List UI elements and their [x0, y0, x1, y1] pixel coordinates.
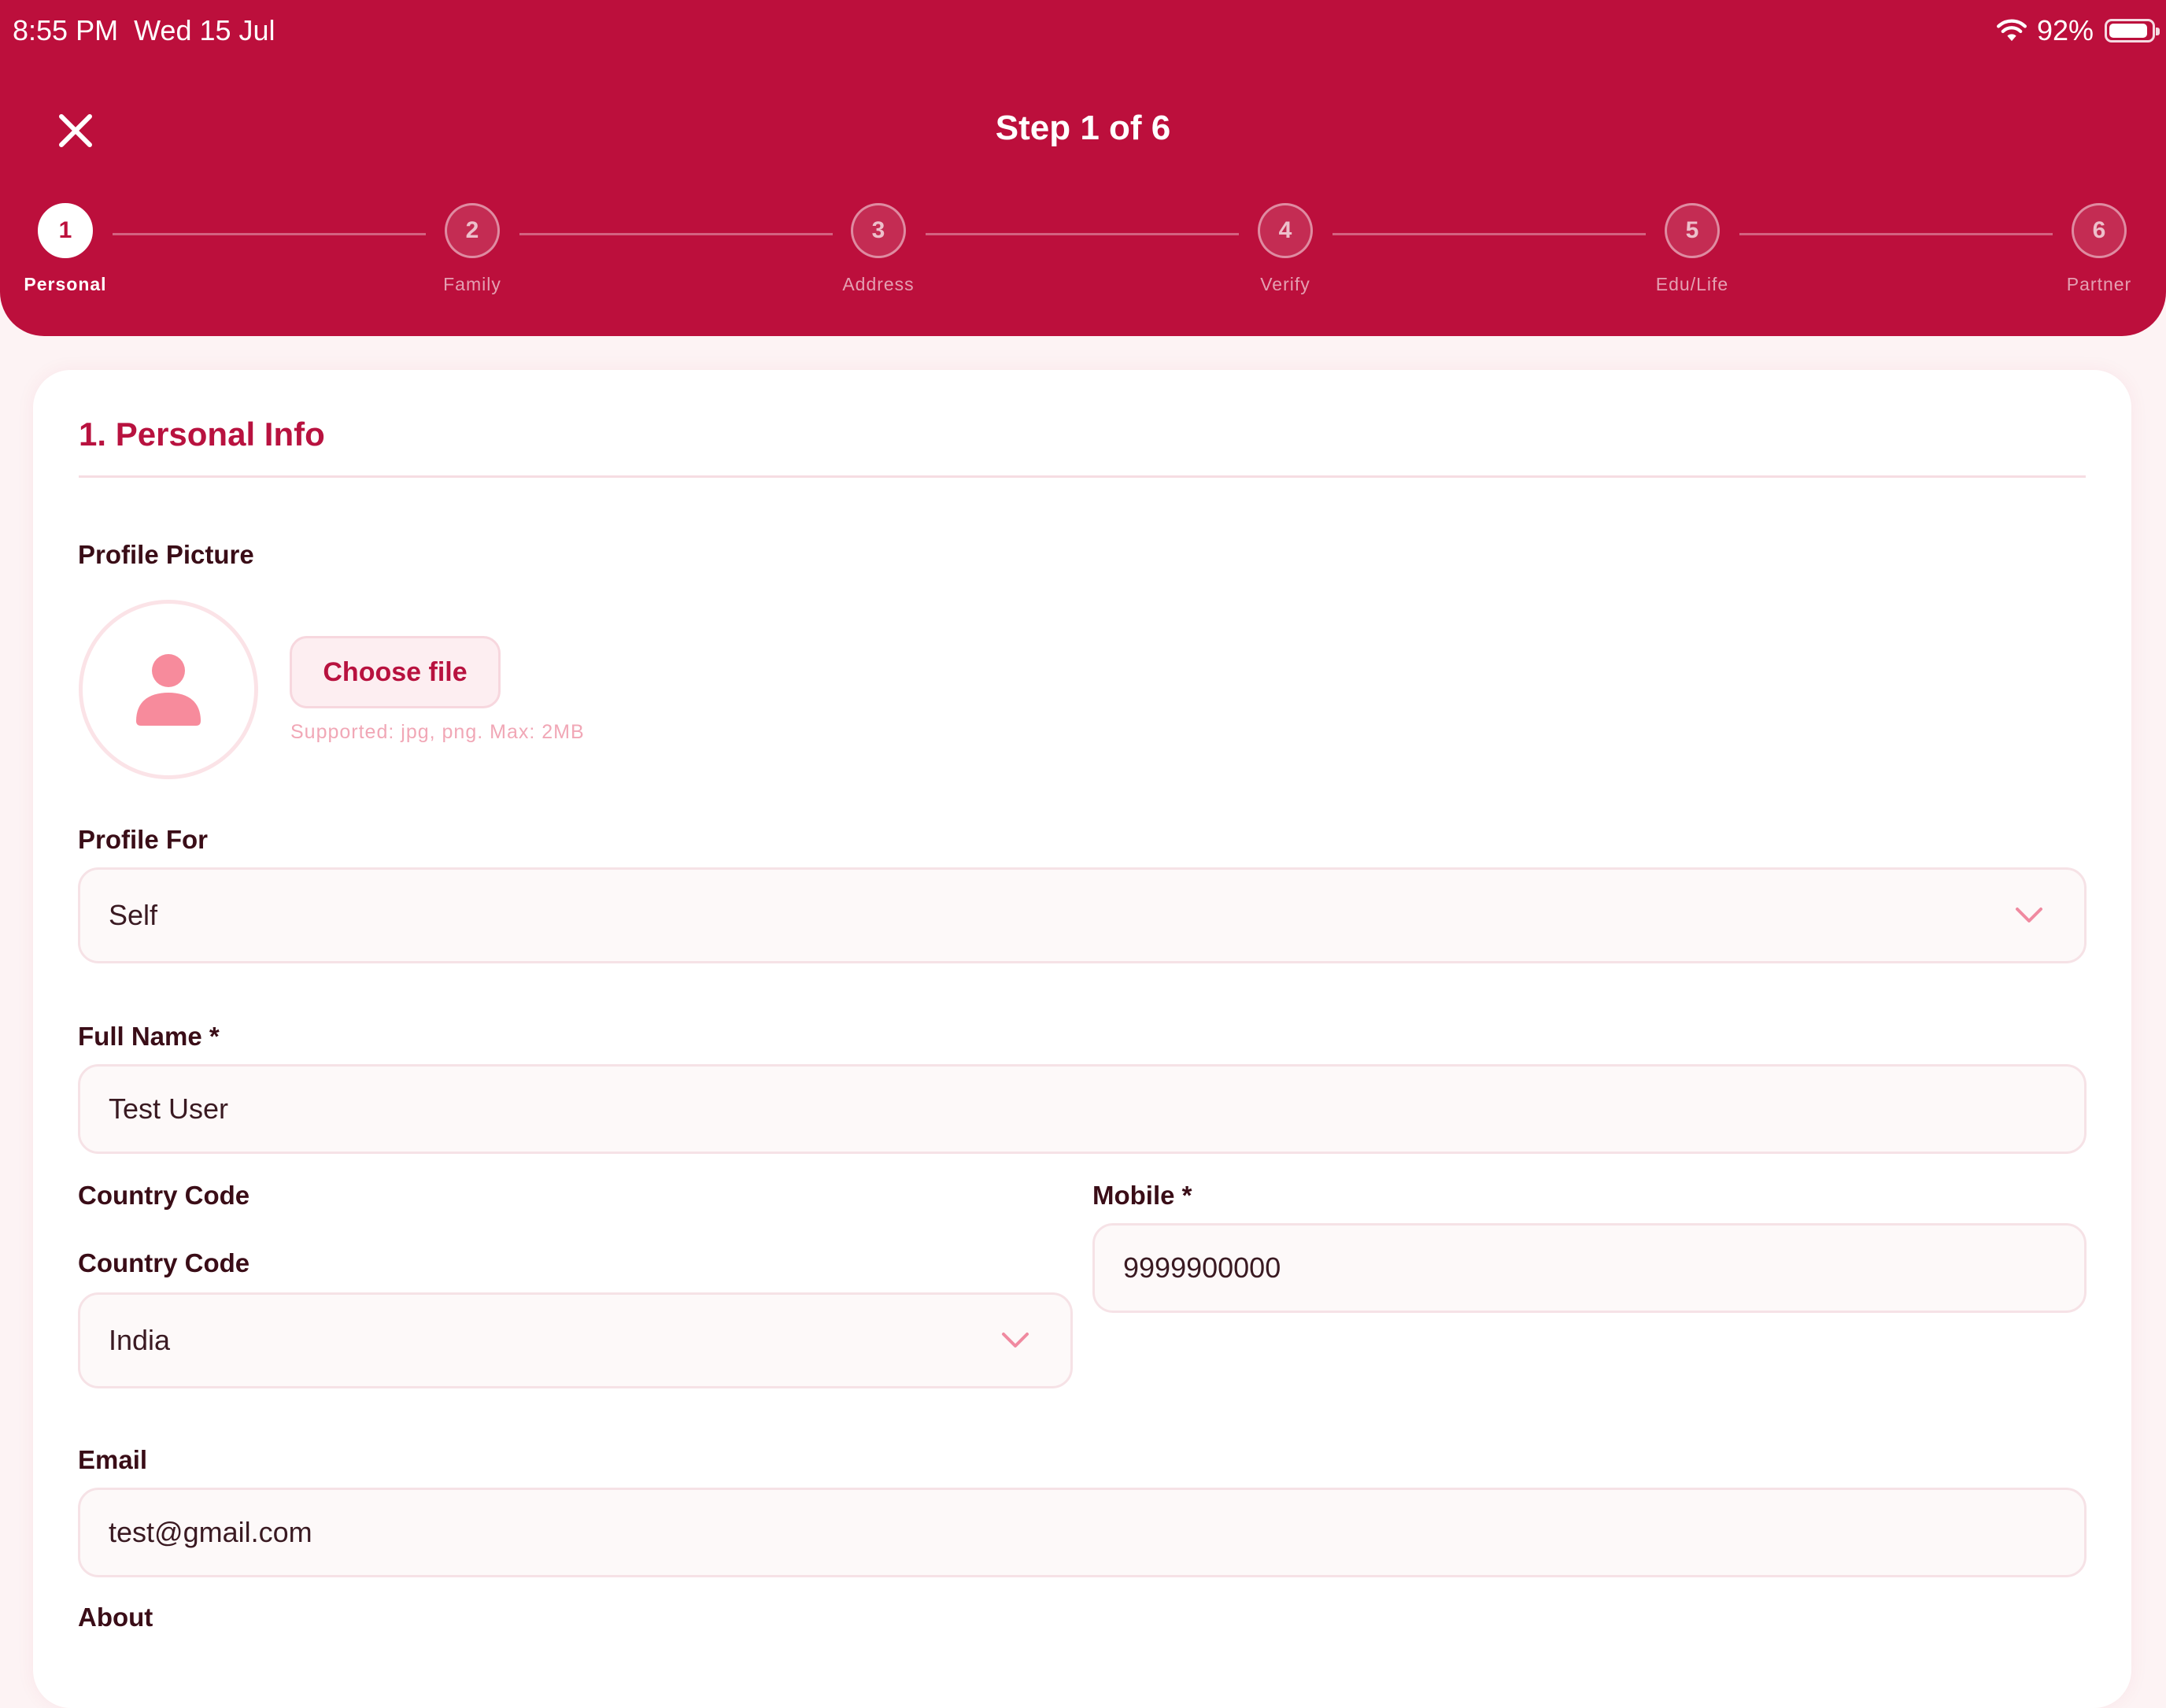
country-code-value: India	[109, 1324, 171, 1356]
avatar-placeholder	[79, 600, 258, 779]
profile-for-select[interactable]: Self	[78, 867, 2087, 963]
chevron-down-icon	[1002, 1333, 1029, 1348]
step-label: Verify	[1260, 274, 1310, 294]
full-name-label: Full Name *	[78, 1022, 220, 1051]
step-verify[interactable]: 4 Verify	[1207, 203, 1364, 295]
choose-file-button[interactable]: Choose file	[290, 636, 501, 708]
step-family[interactable]: 2 Family	[394, 203, 551, 295]
step-number: 1	[38, 203, 93, 258]
step-connector	[1332, 233, 1646, 235]
mobile-label: Mobile *	[1092, 1181, 1192, 1210]
profile-for-label: Profile For	[78, 825, 209, 854]
full-name-value: Test User	[109, 1092, 229, 1125]
step-label: Edu/Life	[1655, 274, 1729, 294]
email-input[interactable]: test@gmail.com	[78, 1488, 2087, 1577]
profile-picture-label: Profile Picture	[78, 540, 254, 569]
country-code-select[interactable]: India	[78, 1292, 1073, 1388]
step-connector	[113, 233, 426, 235]
step-number: 5	[1665, 203, 1720, 258]
step-connector	[926, 233, 1239, 235]
header-bar: 8:55 PM Wed 15 Jul 92% Step 1 of 6 1 Per…	[0, 0, 2166, 336]
email-label: Email	[78, 1445, 148, 1474]
step-number: 6	[2072, 203, 2127, 258]
step-label: Partner	[2066, 274, 2132, 294]
chevron-down-icon	[2016, 908, 2042, 922]
status-indicators: 92%	[1994, 14, 2160, 47]
step-label: Address	[842, 274, 915, 294]
country-code-inner-label: Country Code	[78, 1248, 250, 1277]
step-label: Personal	[24, 274, 107, 294]
profile-for-value: Self	[109, 899, 158, 931]
battery-icon	[2105, 19, 2160, 43]
step-number: 4	[1258, 203, 1313, 258]
full-name-input[interactable]: Test User	[78, 1064, 2087, 1154]
person-icon	[136, 654, 201, 726]
mobile-value: 9999900000	[1123, 1251, 1281, 1284]
mobile-input[interactable]: 9999900000	[1092, 1223, 2087, 1313]
step-address[interactable]: 3 Address	[800, 203, 957, 295]
step-connector	[1739, 233, 2053, 235]
about-label: About	[78, 1603, 153, 1632]
form-card: 1. Personal Info Profile Picture Choose …	[33, 370, 2131, 1708]
section-divider	[79, 475, 2086, 478]
step-edu-life[interactable]: 5 Edu/Life	[1613, 203, 1771, 295]
status-time: 8:55 PM Wed 15 Jul	[13, 14, 275, 46]
step-number: 3	[851, 203, 906, 258]
page-title: Step 1 of 6	[995, 109, 1171, 147]
step-connector	[519, 233, 833, 235]
step-number: 2	[445, 203, 500, 258]
country-code-label: Country Code	[78, 1181, 250, 1210]
battery-percent: 92%	[2036, 14, 2094, 46]
file-hint: Supported: jpg, png. Max: 2MB	[290, 721, 585, 743]
wifi-icon	[1996, 19, 2027, 42]
step-personal[interactable]: 1 Personal	[0, 203, 144, 295]
step-partner[interactable]: 6 Partner	[2020, 203, 2166, 295]
section-title: 1. Personal Info	[79, 416, 325, 453]
step-label: Family	[443, 274, 501, 294]
progress-stepper: 1 Personal 2 Family 3 Address 4 Verify 5…	[0, 203, 2166, 298]
email-value: test@gmail.com	[109, 1516, 312, 1548]
